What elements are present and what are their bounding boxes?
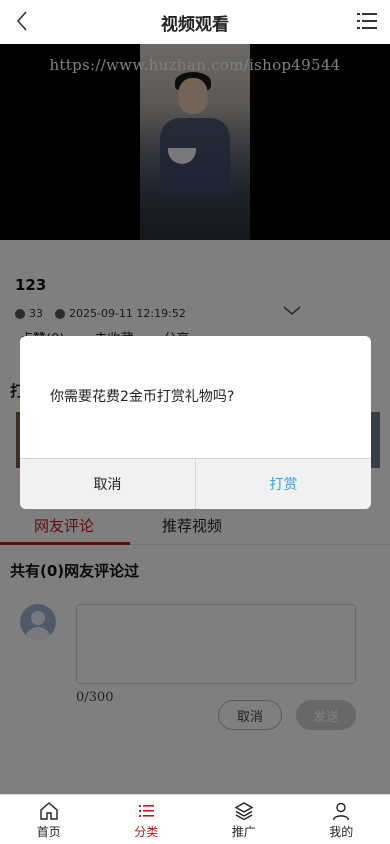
- dialog-buttons: 取消 打赏: [20, 458, 371, 509]
- user-icon: [333, 802, 350, 820]
- layers-icon: [234, 801, 254, 820]
- nav-promote[interactable]: 推广: [195, 795, 293, 844]
- gift-confirm-dialog: 你需要花费2金币打赏礼物吗? 取消 打赏: [20, 336, 371, 509]
- page-title: 视频观看: [161, 14, 229, 35]
- home-icon: [40, 801, 58, 820]
- nav-home[interactable]: 首页: [0, 795, 98, 844]
- category-list-icon: [139, 804, 155, 817]
- nav-label: 推广: [231, 824, 256, 839]
- dialog-confirm-button[interactable]: 打赏: [196, 459, 371, 509]
- menu-icon[interactable]: [352, 6, 382, 36]
- nav-label: 我的: [329, 824, 354, 839]
- back-icon[interactable]: [8, 6, 38, 36]
- bottom-nav: 首页 分类 推广 我的: [0, 794, 390, 844]
- nav-mine[interactable]: 我的: [293, 795, 390, 844]
- dialog-message: 你需要花费2金币打赏礼物吗?: [50, 389, 235, 405]
- top-bar: 视频观看: [0, 0, 390, 44]
- nav-category[interactable]: 分类: [98, 795, 196, 844]
- nav-label: 首页: [36, 824, 61, 839]
- dialog-cancel-button[interactable]: 取消: [20, 459, 196, 509]
- nav-label: 分类: [134, 824, 159, 839]
